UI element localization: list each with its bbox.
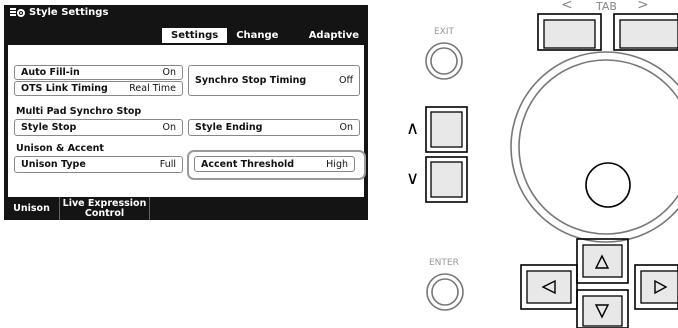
- style-ending-label: Style Ending: [195, 122, 263, 133]
- tab-left-chevron-icon: <: [561, 0, 573, 13]
- exit-label: EXIT: [434, 27, 455, 37]
- style-stop-label: Style Stop: [21, 122, 77, 133]
- tab-right-chevron-icon: >: [637, 0, 649, 13]
- unison-type-field[interactable]: Unison Type Full: [14, 156, 183, 173]
- tab-label: TAB: [596, 0, 617, 13]
- unison-accent-section-heading: Unison & Accent: [16, 143, 104, 154]
- display-screen: Style Settings Settings Change Behavior …: [4, 5, 368, 220]
- enter-label: ENTER: [429, 258, 459, 268]
- down-arrow-icon: ∨: [406, 168, 420, 189]
- style-stop-value: On: [162, 122, 177, 133]
- auto-fill-in-field[interactable]: Auto Fill-in On: [14, 65, 183, 80]
- auto-fill-in-value: On: [162, 67, 177, 78]
- accent-threshold-label: Accent Threshold: [201, 158, 295, 170]
- up-button[interactable]: [426, 107, 467, 152]
- style-settings-icon: [10, 8, 25, 17]
- bottom-tab-bar: Unison Live Expression Control: [4, 197, 368, 220]
- style-ending-value: On: [339, 122, 354, 133]
- tab-left-button[interactable]: [538, 14, 601, 50]
- down-button[interactable]: [426, 157, 467, 202]
- accent-threshold-field[interactable]: Accent Threshold High: [194, 156, 355, 172]
- screen-title-text: Style Settings: [29, 7, 109, 18]
- bottom-tab-unison[interactable]: Unison: [4, 197, 60, 220]
- enter-button[interactable]: [427, 274, 463, 310]
- tab-adaptive[interactable]: Adaptive: [300, 28, 368, 43]
- style-stop-field[interactable]: Style Stop On: [14, 119, 183, 136]
- up-arrow-icon: ∧: [406, 118, 420, 139]
- synchro-stop-timing-label: Synchro Stop Timing: [195, 75, 307, 86]
- screen-title: Style Settings: [10, 7, 108, 18]
- bottom-tab-live-expression-control[interactable]: Live Expression Control: [60, 197, 150, 220]
- synchro-stop-timing-value: Off: [338, 75, 353, 86]
- ots-link-timing-label: OTS Link Timing: [21, 83, 108, 94]
- settings-panel: Auto Fill-in On OTS Link Timing Real Tim…: [8, 45, 366, 197]
- exit-button[interactable]: [426, 43, 462, 79]
- ots-link-timing-value: Real Time: [129, 83, 176, 94]
- unison-type-value: Full: [159, 159, 176, 170]
- cursor-right-button[interactable]: [635, 265, 678, 309]
- multi-pad-section-heading: Multi Pad Synchro Stop: [16, 106, 142, 117]
- tab-change-behavior[interactable]: Change Behavior: [227, 28, 299, 56]
- style-ending-field[interactable]: Style Ending On: [188, 119, 360, 136]
- tab-right-button[interactable]: [614, 14, 678, 50]
- unison-type-label: Unison Type: [21, 159, 86, 170]
- dial-control[interactable]: [511, 52, 678, 242]
- cursor-down-button[interactable]: [577, 290, 628, 328]
- accent-threshold-value: High: [326, 158, 348, 170]
- tab-bar: Settings Change Behavior Adaptive: [162, 28, 368, 56]
- auto-fill-in-label: Auto Fill-in: [21, 67, 80, 78]
- cursor-up-button[interactable]: [577, 239, 628, 283]
- synchro-stop-timing-field[interactable]: Synchro Stop Timing Off: [188, 65, 360, 96]
- ots-link-timing-field[interactable]: OTS Link Timing Real Time: [14, 81, 183, 96]
- cursor-left-button[interactable]: [521, 265, 577, 309]
- tab-settings[interactable]: Settings: [162, 28, 228, 43]
